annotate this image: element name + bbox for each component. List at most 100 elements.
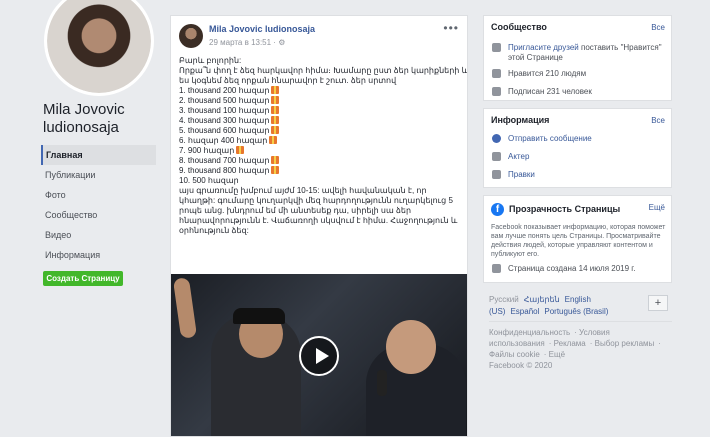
post-video[interactable] bbox=[171, 274, 467, 436]
language-link[interactable]: Português (Brasil) bbox=[544, 307, 608, 316]
footer-link[interactable]: Выбор рекламы bbox=[595, 339, 655, 348]
gift-icon bbox=[271, 106, 280, 114]
gift-icon bbox=[271, 126, 280, 134]
messenger-icon bbox=[492, 134, 501, 143]
left-column: Mila Jovovic ludionosaja Главная Публика… bbox=[0, 0, 165, 437]
nav-item-posts[interactable]: Публикации bbox=[41, 165, 156, 185]
post-line: Որքա՞ն փող է ձեզ հարկավոր հիմա։ Խամարը ը… bbox=[179, 66, 468, 75]
list-item: 2. thousand 500 հազար bbox=[179, 96, 464, 106]
invite-friends-icon bbox=[492, 43, 501, 52]
footer-link[interactable]: Файлы cookie bbox=[489, 350, 540, 359]
page-created-date: Страница создана 14 июля 2019 г. bbox=[508, 264, 636, 273]
follows-row: Подписан 231 человек bbox=[492, 87, 592, 98]
footer-link[interactable]: Ещё bbox=[549, 350, 565, 359]
profile-picture[interactable] bbox=[44, 0, 154, 96]
likes-row: Нравится 210 людям bbox=[492, 69, 586, 80]
video-person2-head bbox=[386, 320, 436, 374]
like-icon bbox=[492, 69, 501, 78]
page-title: Mila Jovovic ludionosaja bbox=[43, 101, 125, 136]
language-link[interactable]: Español bbox=[510, 307, 539, 316]
edit-icon bbox=[492, 170, 501, 179]
gift-icon bbox=[236, 146, 245, 154]
list-item: 6. հազար 400 հազար bbox=[179, 136, 464, 146]
copyright: Facebook © 2020 bbox=[489, 361, 553, 370]
community-title: Сообщество bbox=[491, 22, 547, 32]
created-row: Страница создана 14 июля 2019 г. bbox=[492, 264, 635, 275]
post-line: ես կօգնեմ ձեզ որքան հնարավոր է շուտ. ձեր… bbox=[179, 76, 397, 85]
create-page-button[interactable]: Создать Страницу bbox=[43, 271, 123, 286]
list-item-text: 6. հազար 400 հազար bbox=[179, 136, 268, 145]
info-title: Информация bbox=[491, 115, 550, 125]
list-item-text: 7. 900 հազար bbox=[179, 146, 235, 155]
list-item-text: 2. thousand 500 հազար bbox=[179, 96, 270, 105]
category-icon bbox=[492, 152, 501, 161]
post-paragraph: այս գրառումը խմբում այժմ 10-15: ավելի հա… bbox=[179, 186, 458, 235]
language-list: Русский Հայերեն English (US) Español Portugu… bbox=[489, 294, 637, 318]
list-item: 7. 900 հազար bbox=[179, 146, 464, 156]
post-text: Բարև բոլորին: Որքա՞ն փող է ձեզ հարկավոր … bbox=[179, 56, 468, 236]
flag-icon bbox=[492, 264, 501, 273]
list-item: 4. thousand 300 հազար bbox=[179, 116, 464, 126]
nav-item-videos[interactable]: Видео bbox=[41, 225, 156, 245]
language-current: Русский bbox=[489, 295, 519, 304]
transparency-description: Facebook показывает информацию, которая … bbox=[491, 224, 666, 258]
edits-link[interactable]: Правки bbox=[508, 170, 668, 180]
nav-item-home[interactable]: Главная bbox=[41, 145, 156, 165]
post-date-text: 29 марта в 13:51 · bbox=[209, 38, 279, 47]
nav-item-photos[interactable]: Фото bbox=[41, 185, 156, 205]
page-nav: Главная Публикации Фото Сообщество Видео… bbox=[41, 145, 156, 265]
list-item-text: 4. thousand 300 հազար bbox=[179, 116, 270, 125]
video-person-cap bbox=[233, 308, 285, 324]
gift-icon bbox=[271, 86, 280, 94]
invite-text: Пригласите друзей поставить "Нравится" э… bbox=[508, 43, 668, 63]
gift-icon bbox=[271, 96, 280, 104]
community-card: Сообщество Все Пригласите друзей постави… bbox=[483, 15, 672, 101]
avatar-image bbox=[47, 0, 151, 93]
facebook-icon: f bbox=[491, 203, 504, 216]
microphone-shape bbox=[377, 370, 387, 396]
invite-row: Пригласите друзей поставить "Нравится" э… bbox=[492, 43, 662, 62]
post-options-icon[interactable]: ••• bbox=[443, 21, 459, 35]
post-date[interactable]: 29 марта в 13:51 · ⚙ bbox=[209, 38, 285, 47]
nav-item-community[interactable]: Сообщество bbox=[41, 205, 156, 225]
footer: Конфиденциальность · Условия использовани… bbox=[489, 328, 661, 370]
play-icon[interactable] bbox=[299, 336, 339, 376]
transparency-title: Прозрачность Страницы bbox=[509, 204, 621, 214]
category-link[interactable]: Актер bbox=[508, 152, 668, 162]
category-row: Актер bbox=[492, 152, 529, 163]
list-item-text: 8. thousand 700 հազար bbox=[179, 156, 270, 165]
language-link[interactable]: Հայերեն bbox=[524, 295, 560, 304]
follow-icon bbox=[492, 87, 501, 96]
info-see-all[interactable]: Все bbox=[651, 116, 665, 125]
send-message-link[interactable]: Отправить сообщение bbox=[508, 134, 668, 144]
post-author-avatar[interactable] bbox=[179, 24, 203, 48]
divider bbox=[489, 321, 672, 322]
footer-link[interactable]: Реклама bbox=[554, 339, 586, 348]
message-row[interactable]: Отправить сообщение bbox=[492, 134, 592, 145]
list-item: 5. thousand 600 հազար bbox=[179, 126, 464, 136]
post-card: Mila Jovovic ludionosaja 29 марта в 13:5… bbox=[170, 15, 468, 437]
transparency-more[interactable]: Ещё bbox=[649, 203, 665, 212]
list-item-text: 5. thousand 600 հազար bbox=[179, 126, 270, 135]
community-see-all[interactable]: Все bbox=[651, 23, 665, 32]
gift-icon bbox=[271, 156, 280, 164]
list-item-text: 1. thousand 200 հազար bbox=[179, 86, 270, 95]
globe-icon: ⚙ bbox=[278, 38, 286, 47]
list-item-text: 9. thousand 800 հազար bbox=[179, 166, 270, 175]
post-author-name[interactable]: Mila Jovovic ludionosaja bbox=[209, 24, 315, 34]
footer-link[interactable]: Конфиденциальность bbox=[489, 328, 570, 337]
gift-icon bbox=[271, 116, 280, 124]
list-item: 10. 500 հազար bbox=[179, 176, 239, 185]
gift-icon bbox=[271, 166, 280, 174]
invite-friends-link[interactable]: Пригласите друзей bbox=[508, 43, 579, 52]
transparency-card: f Прозрачность Страницы Ещё Facebook пок… bbox=[483, 195, 672, 283]
add-language-button[interactable]: + bbox=[648, 295, 668, 311]
list-item: 8. thousand 700 հազար bbox=[179, 156, 464, 166]
list-item: 1. thousand 200 հազար bbox=[179, 86, 464, 96]
follows-count: Подписан 231 человек bbox=[508, 87, 592, 96]
edits-row: Правки bbox=[492, 170, 535, 181]
nav-item-info[interactable]: Информация bbox=[41, 245, 156, 265]
video-person-arm bbox=[172, 277, 198, 339]
list-item-text: 3. thousand 100 հազար bbox=[179, 106, 270, 115]
gift-icon bbox=[269, 136, 278, 144]
